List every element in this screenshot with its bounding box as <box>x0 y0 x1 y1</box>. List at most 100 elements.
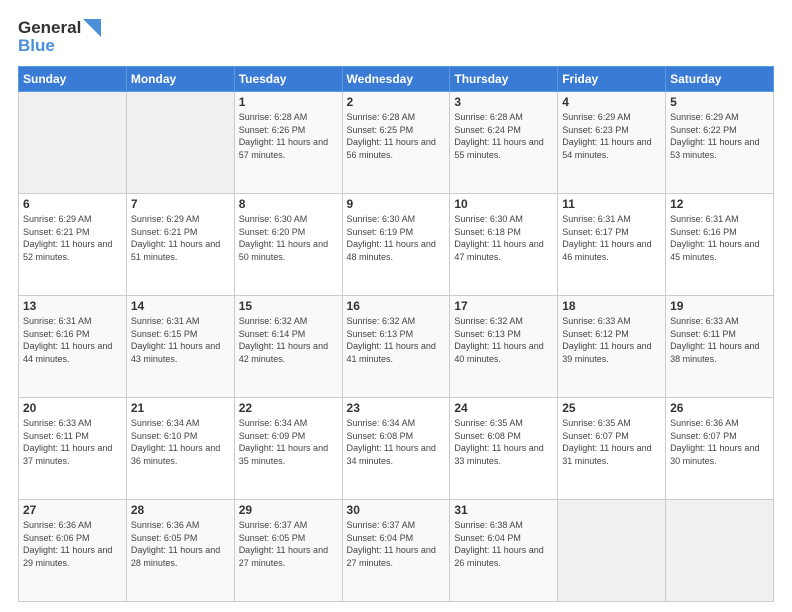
day-info: Sunrise: 6:32 AMSunset: 6:14 PMDaylight:… <box>239 315 338 365</box>
day-cell: 28Sunrise: 6:36 AMSunset: 6:05 PMDayligh… <box>126 500 234 602</box>
header-row: SundayMondayTuesdayWednesdayThursdayFrid… <box>19 67 774 92</box>
day-info: Sunrise: 6:29 AMSunset: 6:22 PMDaylight:… <box>670 111 769 161</box>
day-number: 26 <box>670 401 769 415</box>
day-number: 21 <box>131 401 230 415</box>
header-day-tuesday: Tuesday <box>234 67 342 92</box>
day-info: Sunrise: 6:28 AMSunset: 6:24 PMDaylight:… <box>454 111 553 161</box>
day-info: Sunrise: 6:31 AMSunset: 6:17 PMDaylight:… <box>562 213 661 263</box>
day-info: Sunrise: 6:30 AMSunset: 6:20 PMDaylight:… <box>239 213 338 263</box>
day-info: Sunrise: 6:35 AMSunset: 6:08 PMDaylight:… <box>454 417 553 467</box>
day-number: 20 <box>23 401 122 415</box>
day-cell <box>126 92 234 194</box>
day-info: Sunrise: 6:34 AMSunset: 6:09 PMDaylight:… <box>239 417 338 467</box>
day-info: Sunrise: 6:28 AMSunset: 6:26 PMDaylight:… <box>239 111 338 161</box>
day-cell: 11 Sunrise: 6:31 AMSunset: 6:17 PMDayligh… <box>558 194 666 296</box>
day-number: 4 <box>562 95 661 109</box>
logo-triangle-icon <box>83 19 101 37</box>
day-cell: 4 Sunrise: 6:29 AMSunset: 6:23 PMDaylight… <box>558 92 666 194</box>
header-day-friday: Friday <box>558 67 666 92</box>
day-cell: 9Sunrise: 6:30 AMSunset: 6:19 PMDaylight… <box>342 194 450 296</box>
day-cell: 15 Sunrise: 6:32 AMSunset: 6:14 PMDayligh… <box>234 296 342 398</box>
header-day-sunday: Sunday <box>19 67 127 92</box>
day-cell <box>666 500 774 602</box>
day-info: Sunrise: 6:38 AMSunset: 6:04 PMDaylight:… <box>454 519 553 569</box>
header-day-wednesday: Wednesday <box>342 67 450 92</box>
day-info: Sunrise: 6:31 AMSunset: 6:16 PMDaylight:… <box>670 213 769 263</box>
day-cell: 5 Sunrise: 6:29 AMSunset: 6:22 PMDaylight… <box>666 92 774 194</box>
day-info: Sunrise: 6:29 AMSunset: 6:21 PMDaylight:… <box>131 213 230 263</box>
day-cell: 30Sunrise: 6:37 AMSunset: 6:04 PMDayligh… <box>342 500 450 602</box>
day-info: Sunrise: 6:33 AMSunset: 6:11 PMDaylight:… <box>670 315 769 365</box>
day-cell: 29 Sunrise: 6:37 AMSunset: 6:05 PMDayligh… <box>234 500 342 602</box>
day-info: Sunrise: 6:31 AMSunset: 6:15 PMDaylight:… <box>131 315 230 365</box>
day-number: 3 <box>454 95 553 109</box>
header-day-saturday: Saturday <box>666 67 774 92</box>
day-info: Sunrise: 6:32 AMSunset: 6:13 PMDaylight:… <box>454 315 553 365</box>
day-number: 11 <box>562 197 661 211</box>
day-cell: 26 Sunrise: 6:36 AMSunset: 6:07 PMDayligh… <box>666 398 774 500</box>
day-info: Sunrise: 6:29 AMSunset: 6:23 PMDaylight:… <box>562 111 661 161</box>
day-cell: 21 Sunrise: 6:34 AMSunset: 6:10 PMDayligh… <box>126 398 234 500</box>
day-number: 29 <box>239 503 338 517</box>
day-cell: 24 Sunrise: 6:35 AMSunset: 6:08 PMDayligh… <box>450 398 558 500</box>
day-number: 10 <box>454 197 553 211</box>
day-info: Sunrise: 6:30 AMSunset: 6:18 PMDaylight:… <box>454 213 553 263</box>
day-number: 8 <box>239 197 338 211</box>
day-cell: 18Sunrise: 6:33 AMSunset: 6:12 PMDayligh… <box>558 296 666 398</box>
day-cell: 17 Sunrise: 6:32 AMSunset: 6:13 PMDayligh… <box>450 296 558 398</box>
day-cell: 7 Sunrise: 6:29 AMSunset: 6:21 PMDaylight… <box>126 194 234 296</box>
day-number: 2 <box>347 95 446 109</box>
logo-text-blue: Blue <box>18 36 55 56</box>
day-info: Sunrise: 6:32 AMSunset: 6:13 PMDaylight:… <box>347 315 446 365</box>
day-info: Sunrise: 6:34 AMSunset: 6:10 PMDaylight:… <box>131 417 230 467</box>
day-number: 19 <box>670 299 769 313</box>
day-number: 23 <box>347 401 446 415</box>
day-cell: 19 Sunrise: 6:33 AMSunset: 6:11 PMDayligh… <box>666 296 774 398</box>
day-number: 24 <box>454 401 553 415</box>
day-info: Sunrise: 6:28 AMSunset: 6:25 PMDaylight:… <box>347 111 446 161</box>
header-day-thursday: Thursday <box>450 67 558 92</box>
day-number: 1 <box>239 95 338 109</box>
day-cell: 16 Sunrise: 6:32 AMSunset: 6:13 PMDayligh… <box>342 296 450 398</box>
day-cell: 31 Sunrise: 6:38 AMSunset: 6:04 PMDayligh… <box>450 500 558 602</box>
day-cell: 20 Sunrise: 6:33 AMSunset: 6:11 PMDayligh… <box>19 398 127 500</box>
day-cell: 25Sunrise: 6:35 AMSunset: 6:07 PMDayligh… <box>558 398 666 500</box>
logo-text-general: General <box>18 18 81 38</box>
day-number: 18 <box>562 299 661 313</box>
day-number: 30 <box>347 503 446 517</box>
day-info: Sunrise: 6:30 AMSunset: 6:19 PMDaylight:… <box>347 213 446 263</box>
day-cell: 6Sunrise: 6:29 AMSunset: 6:21 PMDaylight… <box>19 194 127 296</box>
day-cell <box>558 500 666 602</box>
day-cell: 2 Sunrise: 6:28 AMSunset: 6:25 PMDaylight… <box>342 92 450 194</box>
day-number: 31 <box>454 503 553 517</box>
day-cell: 10 Sunrise: 6:30 AMSunset: 6:18 PMDayligh… <box>450 194 558 296</box>
day-number: 14 <box>131 299 230 313</box>
day-cell: 3 Sunrise: 6:28 AMSunset: 6:24 PMDaylight… <box>450 92 558 194</box>
day-info: Sunrise: 6:37 AMSunset: 6:05 PMDaylight:… <box>239 519 338 569</box>
day-cell: 22 Sunrise: 6:34 AMSunset: 6:09 PMDayligh… <box>234 398 342 500</box>
day-info: Sunrise: 6:34 AMSunset: 6:08 PMDaylight:… <box>347 417 446 467</box>
logo: General Blue <box>18 18 101 56</box>
day-info: Sunrise: 6:33 AMSunset: 6:11 PMDaylight:… <box>23 417 122 467</box>
day-number: 17 <box>454 299 553 313</box>
week-row-3: 20 Sunrise: 6:33 AMSunset: 6:11 PMDayligh… <box>19 398 774 500</box>
day-info: Sunrise: 6:36 AMSunset: 6:07 PMDaylight:… <box>670 417 769 467</box>
day-number: 22 <box>239 401 338 415</box>
header-day-monday: Monday <box>126 67 234 92</box>
day-cell: 14 Sunrise: 6:31 AMSunset: 6:15 PMDayligh… <box>126 296 234 398</box>
day-info: Sunrise: 6:36 AMSunset: 6:05 PMDaylight:… <box>131 519 230 569</box>
day-number: 5 <box>670 95 769 109</box>
day-cell: 23 Sunrise: 6:34 AMSunset: 6:08 PMDayligh… <box>342 398 450 500</box>
day-cell: 27Sunrise: 6:36 AMSunset: 6:06 PMDayligh… <box>19 500 127 602</box>
day-number: 15 <box>239 299 338 313</box>
calendar: SundayMondayTuesdayWednesdayThursdayFrid… <box>18 66 774 602</box>
week-row-4: 27Sunrise: 6:36 AMSunset: 6:06 PMDayligh… <box>19 500 774 602</box>
day-number: 16 <box>347 299 446 313</box>
day-info: Sunrise: 6:29 AMSunset: 6:21 PMDaylight:… <box>23 213 122 263</box>
logo-container: General Blue <box>18 18 101 56</box>
day-number: 7 <box>131 197 230 211</box>
day-info: Sunrise: 6:35 AMSunset: 6:07 PMDaylight:… <box>562 417 661 467</box>
day-info: Sunrise: 6:36 AMSunset: 6:06 PMDaylight:… <box>23 519 122 569</box>
week-row-2: 13Sunrise: 6:31 AMSunset: 6:16 PMDayligh… <box>19 296 774 398</box>
day-cell: 8 Sunrise: 6:30 AMSunset: 6:20 PMDaylight… <box>234 194 342 296</box>
